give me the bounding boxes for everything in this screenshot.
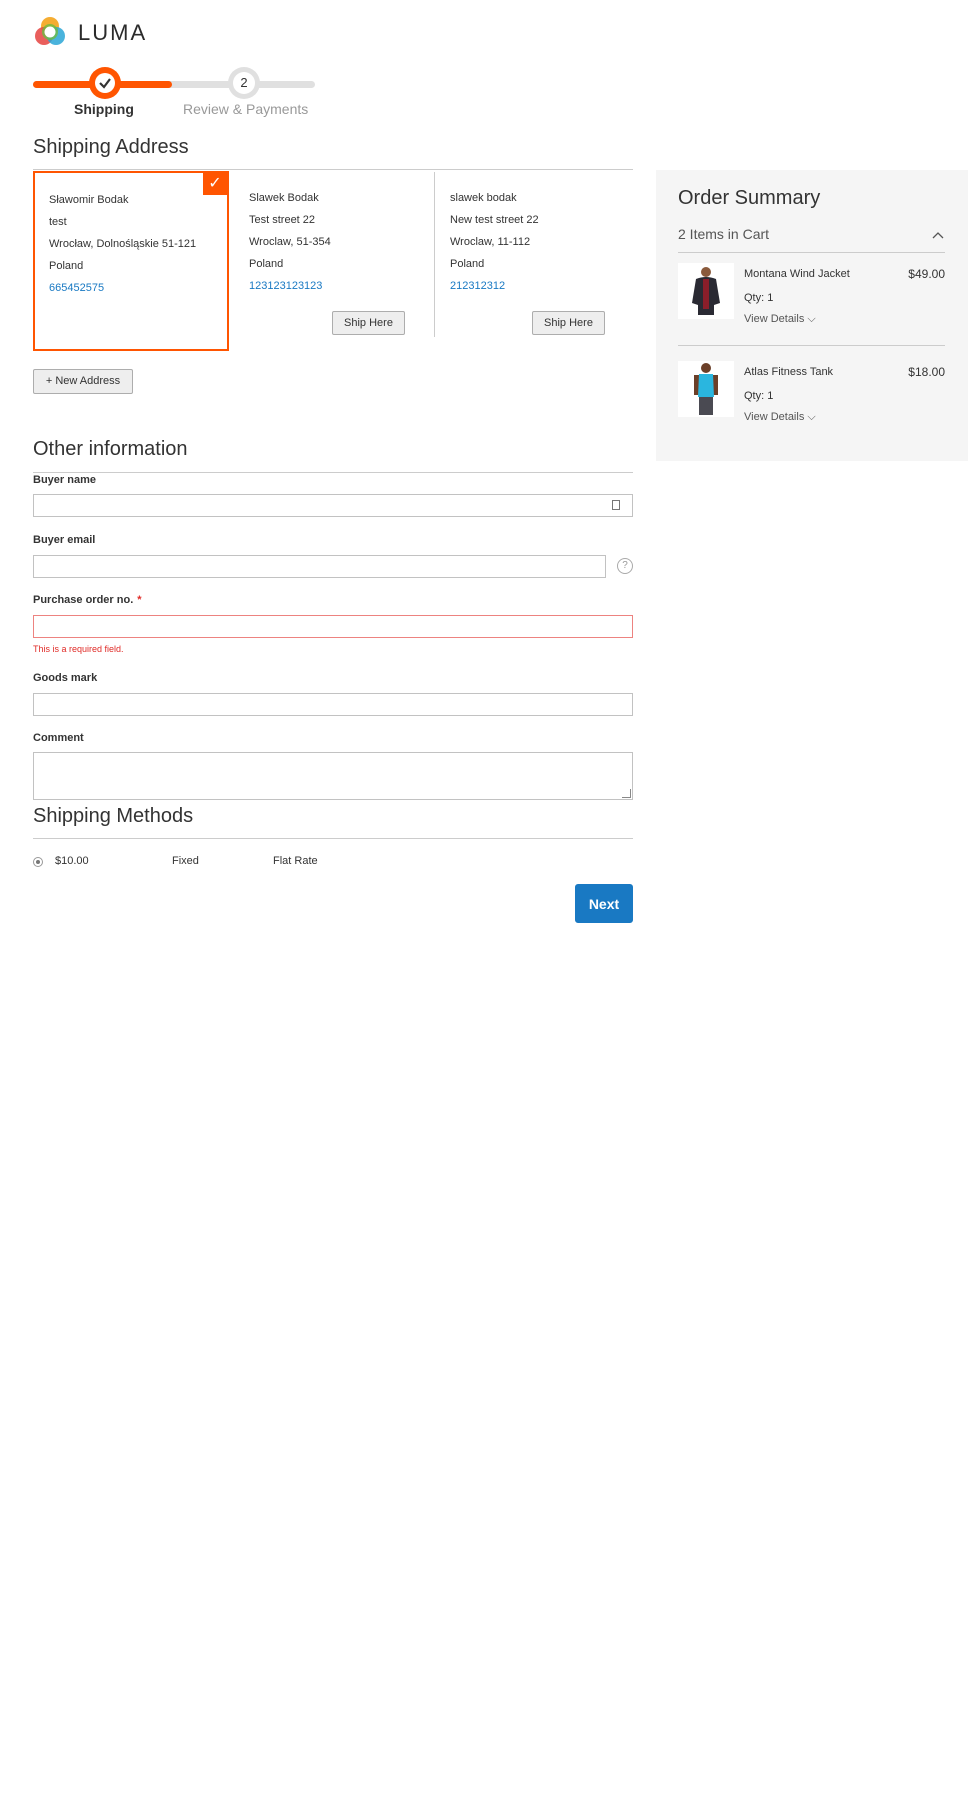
step-review-label: Review & Payments	[183, 101, 309, 117]
buyer-name-input[interactable]	[33, 494, 633, 517]
address-card: Slawek Bodak Test street 22 Wroclaw, 51-…	[235, 171, 431, 351]
address-country: Poland	[450, 258, 485, 270]
next-button[interactable]: Next	[575, 884, 633, 923]
address-phone[interactable]: 123123123123	[249, 275, 331, 297]
step-review-number: 2	[233, 72, 255, 94]
purchase-order-input[interactable]	[33, 615, 633, 638]
view-details-toggle[interactable]: View Details ⌵	[744, 313, 816, 326]
divider	[33, 169, 633, 170]
divider	[33, 472, 633, 473]
item-qty: Qty: 1	[744, 390, 774, 402]
shipping-methods-title: Shipping Methods	[33, 805, 194, 827]
goods-mark-input[interactable]	[33, 693, 633, 716]
address-card-selected[interactable]: ✓ Sławomir Bodak test Wrocław, Dolnośląs…	[33, 171, 229, 351]
item-price: $18.00	[908, 365, 945, 379]
chevron-down-icon: ⌵	[807, 411, 816, 423]
address-city: Wroclaw, 11-112	[450, 236, 531, 248]
address-name: slawek bodak	[450, 192, 517, 204]
chevron-up-icon[interactable]	[932, 228, 944, 242]
item-price: $49.00	[908, 267, 945, 281]
address-name: Sławomir Bodak	[49, 194, 129, 206]
buyer-email-label: Buyer email	[33, 534, 96, 546]
view-details-toggle[interactable]: View Details ⌵	[744, 411, 816, 424]
radio-selected-dot	[36, 860, 40, 864]
purchase-order-label-text: Purchase order no.	[33, 594, 134, 606]
view-details-label: View Details	[744, 313, 805, 325]
chevron-down-icon: ⌵	[807, 313, 816, 325]
step-shipping-label: Shipping	[74, 101, 134, 117]
order-summary-title: Order Summary	[678, 187, 821, 209]
address-city: Wrocław, Dolnośląskie 51-121	[49, 238, 197, 250]
item-qty: Qty: 1	[744, 292, 774, 304]
items-in-cart-toggle[interactable]: 2 Items in Cart	[678, 226, 769, 242]
buyer-email-input[interactable]	[33, 555, 606, 578]
address-name: Slawek Bodak	[249, 192, 319, 204]
required-asterisk: *	[137, 594, 142, 606]
shipping-price: $10.00	[55, 855, 89, 867]
address-street: Test street 22	[249, 214, 316, 226]
address-country: Poland	[249, 258, 284, 270]
check-icon	[95, 73, 115, 93]
view-details-label: View Details	[744, 411, 805, 423]
divider	[678, 345, 945, 346]
shipping-address-title: Shipping Address	[33, 136, 189, 158]
address-city: Wroclaw, 51-354	[249, 236, 331, 248]
goods-mark-label: Goods mark	[33, 672, 98, 684]
address-street: test	[49, 216, 67, 228]
logo-text[interactable]: LUMA	[78, 20, 147, 46]
address-street: New test street 22	[450, 214, 539, 226]
item-name: Montana Wind Jacket	[744, 268, 850, 280]
resize-handle-icon[interactable]	[622, 789, 631, 798]
ship-here-button[interactable]: Ship Here	[532, 311, 605, 335]
required-field-error: This is a required field.	[33, 644, 124, 654]
ship-here-button[interactable]: Ship Here	[332, 311, 405, 335]
other-information-title: Other information	[33, 438, 188, 460]
address-card: slawek bodak New test street 22 Wroclaw,…	[435, 171, 631, 351]
comment-label: Comment	[33, 732, 84, 744]
comment-textarea[interactable]	[33, 752, 633, 800]
address-phone[interactable]: 212312312	[450, 275, 539, 297]
divider	[33, 838, 633, 839]
purchase-order-label: Purchase order no. *	[33, 594, 142, 606]
address-country: Poland	[49, 260, 84, 272]
divider	[678, 252, 945, 253]
autofill-icon[interactable]	[612, 500, 620, 510]
product-thumbnail-jacket[interactable]	[678, 263, 734, 319]
shipping-method-name: Fixed	[172, 855, 199, 867]
product-thumbnail-tank[interactable]	[678, 361, 734, 417]
buyer-name-label: Buyer name	[33, 474, 96, 486]
new-address-button[interactable]: + New Address	[33, 369, 133, 394]
shipping-carrier: Flat Rate	[273, 855, 318, 867]
item-name: Atlas Fitness Tank	[744, 366, 834, 378]
address-phone[interactable]: 665452575	[49, 277, 196, 299]
luma-logo-icon[interactable]	[33, 15, 67, 49]
selected-check-icon: ✓	[203, 173, 227, 195]
help-icon[interactable]: ?	[617, 558, 633, 574]
shipping-method-radio[interactable]	[33, 857, 43, 867]
